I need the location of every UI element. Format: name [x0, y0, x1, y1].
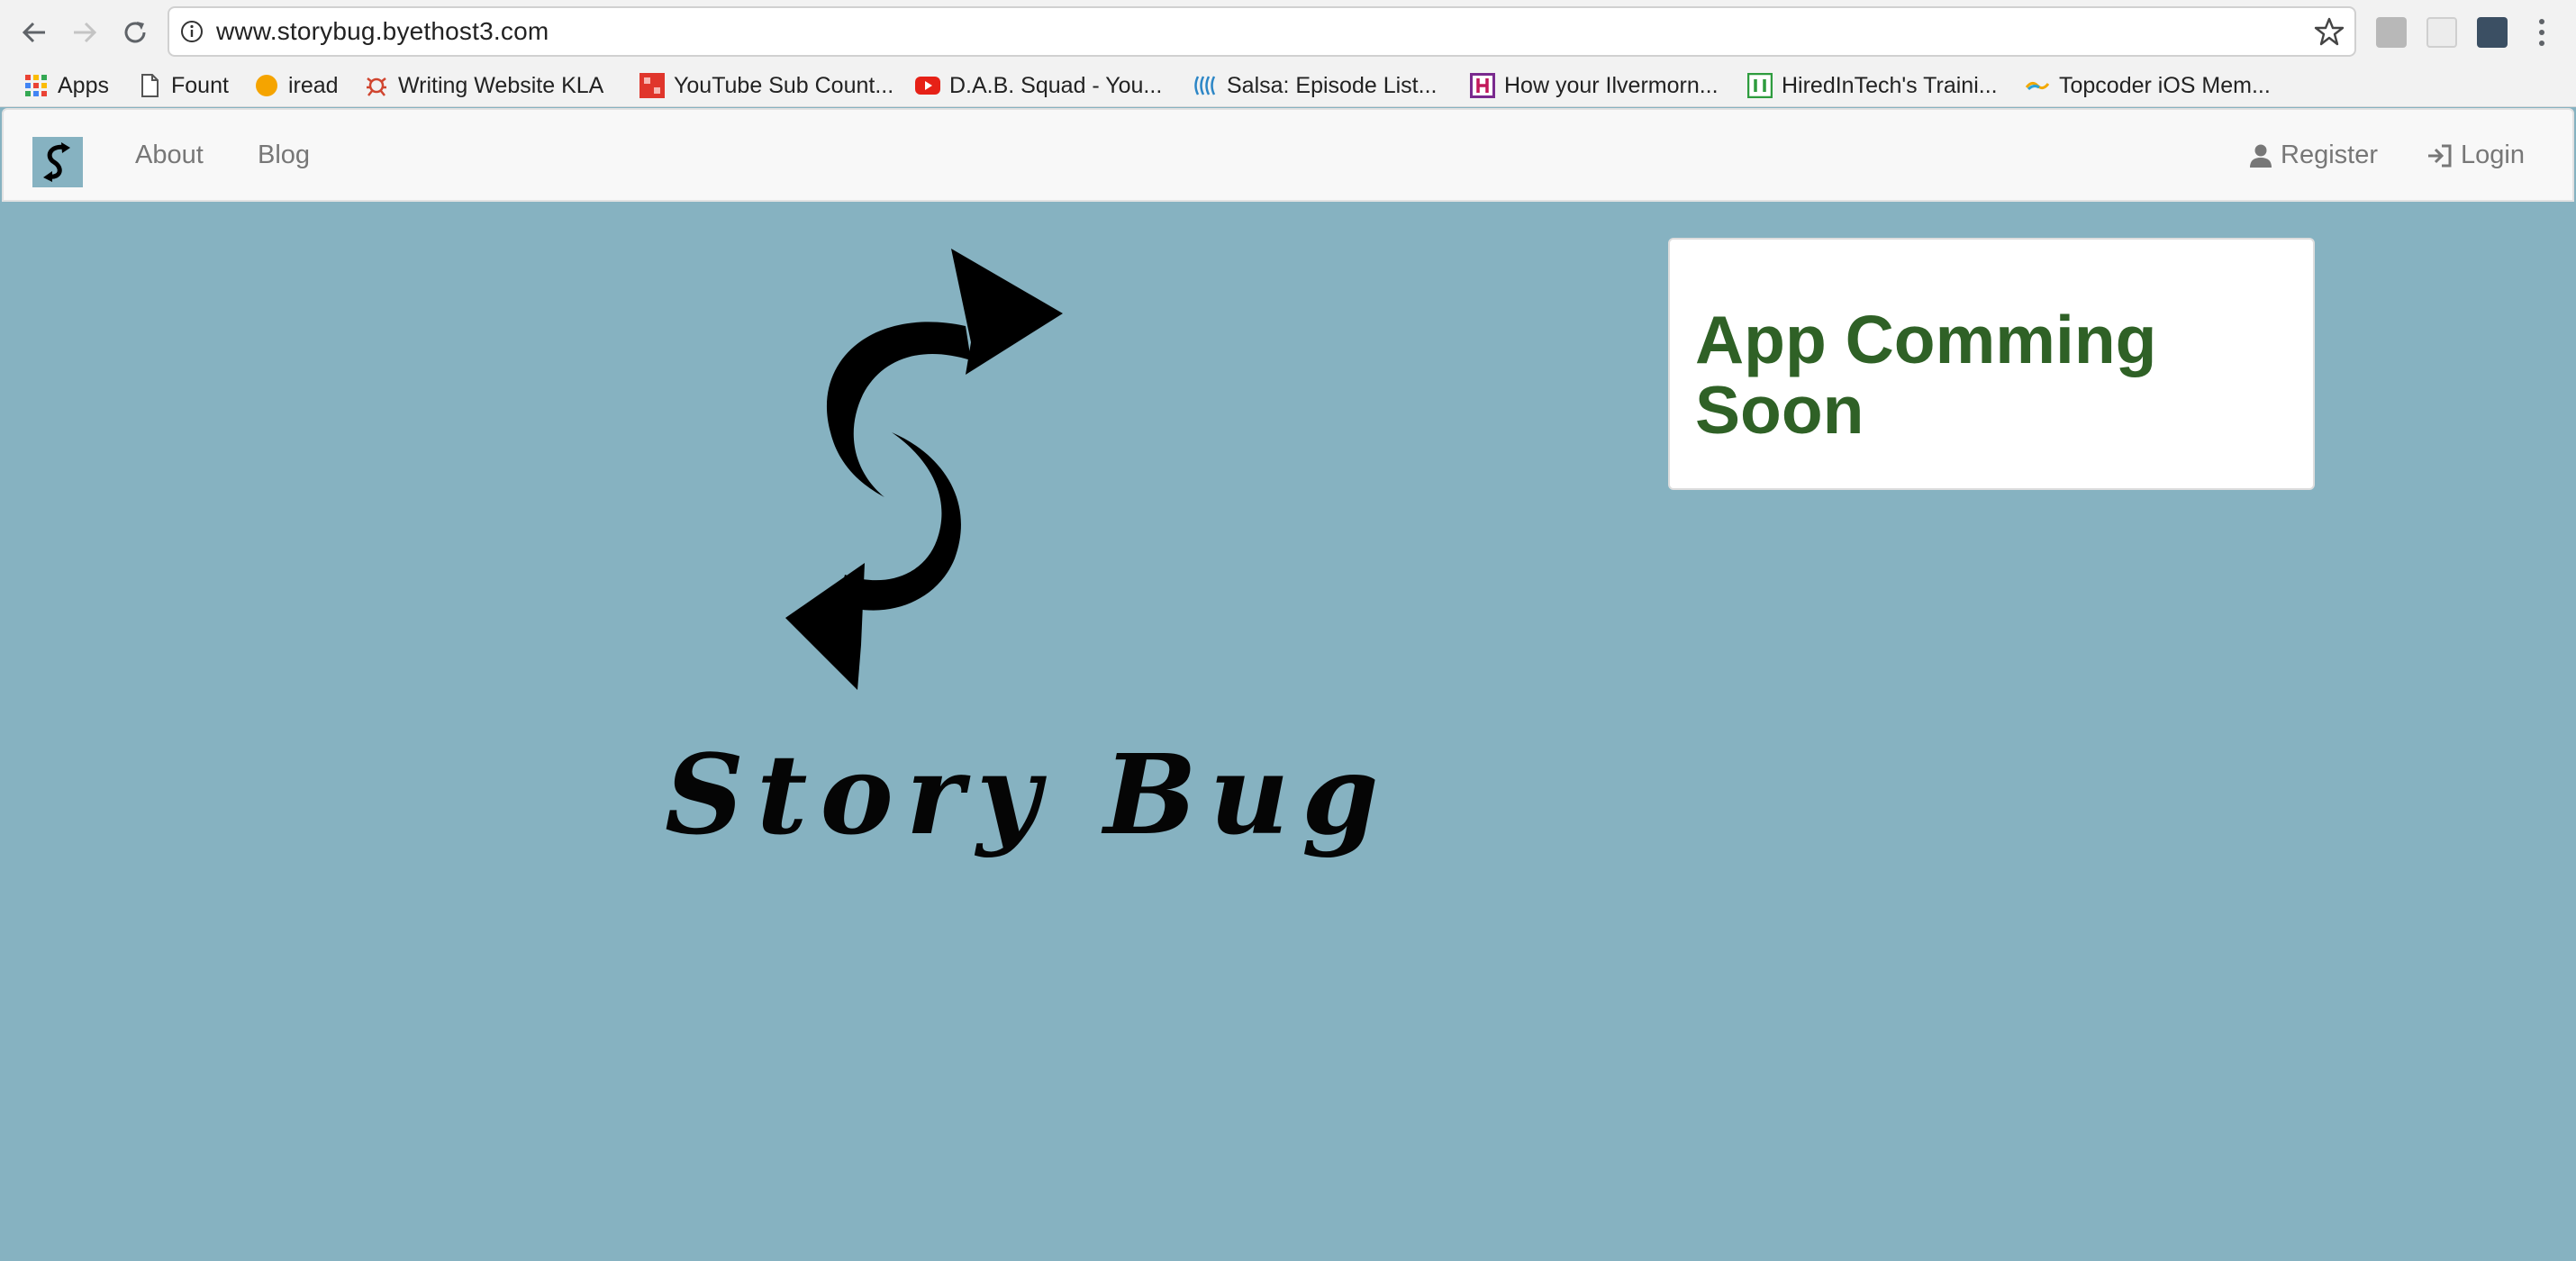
- bookmark-iread[interactable]: iread: [254, 65, 339, 106]
- bookmark-label: How your Ilvermorn...: [1504, 72, 1719, 98]
- bookmark-youtube-sub-count[interactable]: YouTube Sub Count...: [639, 65, 893, 106]
- announcement-panel: App Comming Soon: [1668, 238, 2315, 490]
- reload-icon: [124, 22, 146, 43]
- register-label: Register: [2281, 141, 2378, 169]
- url-text[interactable]: www.storybug.byethost3.com: [216, 17, 549, 46]
- bookmark-hiredintech[interactable]: HiredInTech's Traini...: [1747, 65, 1998, 106]
- youtube-icon: [915, 77, 940, 95]
- browser-toolbar: www.storybug.byethost3.com: [0, 0, 2576, 65]
- blank-extension-icon[interactable]: [2426, 17, 2457, 48]
- more-menu-icon[interactable]: [2533, 16, 2551, 49]
- bookmark-label: Apps: [58, 72, 109, 98]
- bookmark-star-icon[interactable]: [2313, 15, 2345, 48]
- bookmark-label: Salsa: Episode List...: [1227, 72, 1438, 98]
- nav-link-about[interactable]: About: [135, 141, 204, 170]
- nav-link-blog[interactable]: Blog: [258, 141, 310, 170]
- login-icon: [2428, 144, 2452, 167]
- user-icon: [2250, 144, 2272, 168]
- back-button[interactable]: [14, 13, 54, 52]
- storybug-logo-text: Story Bug: [665, 730, 1392, 859]
- bug-icon: [367, 77, 386, 96]
- bookmark-writing-website[interactable]: Writing Website KLA: [364, 65, 603, 106]
- bookmark-label: Topcoder iOS Mem...: [2059, 72, 2271, 98]
- forward-button[interactable]: [65, 13, 104, 52]
- page-icon: [141, 74, 159, 97]
- login-label: Login: [2461, 141, 2525, 169]
- panel-heading: App Comming Soon: [1695, 302, 2157, 448]
- storybug-logo-arrows: [785, 249, 1063, 690]
- topcoder-icon: [2025, 81, 2050, 91]
- orange-dot-icon: [256, 75, 277, 96]
- bookmark-label: iread: [288, 72, 339, 98]
- tb-extension-icon[interactable]: [2376, 17, 2407, 48]
- bookmark-label: YouTube Sub Count...: [674, 72, 894, 98]
- bookmark-label: HiredInTech's Traini...: [1782, 72, 1998, 98]
- dark-extension-icon[interactable]: [2477, 17, 2508, 48]
- bookmark-label: Fount: [171, 72, 229, 98]
- h-icon: [1470, 73, 1495, 98]
- bookmark-salsa[interactable]: Salsa: Episode List...: [1193, 65, 1437, 106]
- bookmark-label: D.A.B. Squad - You...: [949, 72, 1163, 98]
- bookmark-label: Writing Website KLA: [398, 72, 604, 98]
- bookmark-fount[interactable]: Fount: [137, 65, 229, 106]
- hiredintech-icon: [1747, 73, 1773, 98]
- bookmark-dab-squad[interactable]: D.A.B. Squad - You...: [915, 65, 1162, 106]
- bookmarks-bar: Apps Fount iread Writing Website KLA You…: [0, 65, 2576, 107]
- register-link[interactable]: Register: [2248, 141, 2378, 170]
- login-link[interactable]: Login: [2426, 141, 2525, 170]
- bookmark-topcoder[interactable]: Topcoder iOS Mem...: [2025, 65, 2271, 106]
- ytsc-icon: [639, 73, 665, 98]
- bookmark-apps[interactable]: Apps: [23, 65, 109, 106]
- salsa-icon: [1194, 76, 1216, 95]
- storybug-s-icon: [43, 142, 70, 182]
- reload-button[interactable]: [115, 13, 155, 52]
- address-bar[interactable]: www.storybug.byethost3.com: [168, 6, 2356, 57]
- brand-logo[interactable]: [32, 137, 83, 187]
- arrow-left-icon: [22, 22, 45, 43]
- info-icon[interactable]: [180, 20, 204, 43]
- site-navbar: About Blog Register Login: [2, 108, 2574, 202]
- arrow-right-icon: [74, 22, 97, 43]
- bookmark-ilvermorny[interactable]: How your Ilvermorn...: [1470, 65, 1719, 106]
- apps-grid-icon: [25, 75, 47, 96]
